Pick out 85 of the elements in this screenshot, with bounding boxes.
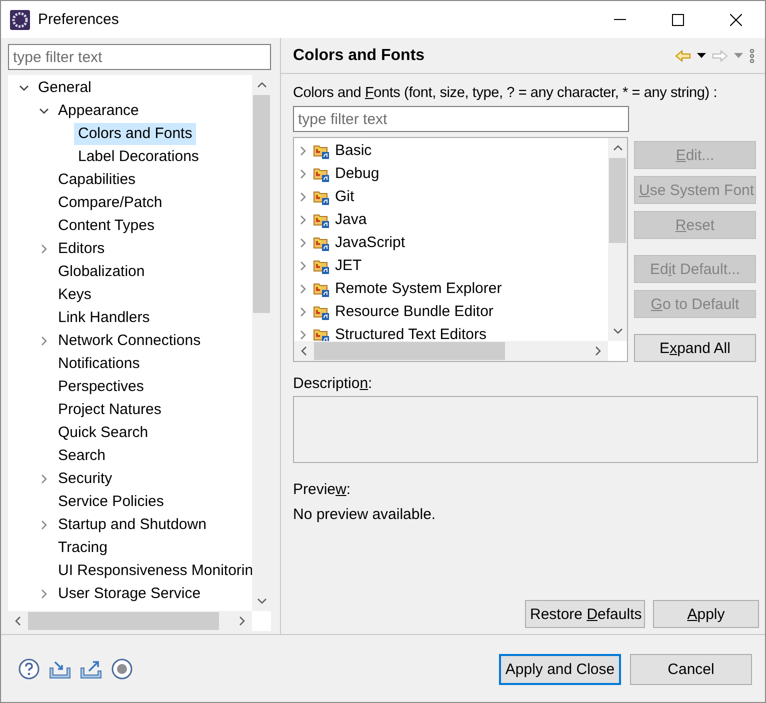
collapse-icon[interactable]	[19, 84, 29, 92]
export-icon[interactable]	[80, 659, 102, 679]
tree-item[interactable]: Resource Bundle Editor	[335, 303, 494, 320]
tree-item[interactable]: Security	[54, 468, 116, 490]
tree-item[interactable]: Structured Text Editors	[335, 326, 486, 341]
tree-item[interactable]: Label Decorations	[74, 146, 203, 168]
expand-icon[interactable]	[40, 474, 48, 484]
folder-icon	[313, 326, 329, 341]
minimize-icon[interactable]	[614, 18, 626, 20]
tree-item[interactable]: Link Handlers	[54, 306, 154, 328]
expand-icon[interactable]	[299, 306, 307, 316]
tree-item[interactable]: Globalization	[54, 260, 149, 282]
expand-icon[interactable]	[299, 214, 307, 224]
tree-item[interactable]: Project Natures	[54, 398, 166, 420]
expand-icon[interactable]	[299, 330, 307, 340]
tree-item[interactable]: User Storage Service	[54, 582, 205, 604]
folder-icon	[313, 166, 329, 182]
tree-item[interactable]: Basic	[335, 142, 372, 159]
tree-item[interactable]: Perspectives	[54, 376, 148, 398]
tree-item[interactable]: JavaScript	[335, 234, 406, 251]
folder-icon	[313, 280, 329, 296]
expand-icon[interactable]	[40, 588, 48, 598]
tree-item[interactable]: Debug	[335, 165, 380, 182]
menu-icon[interactable]	[749, 48, 755, 62]
filter-field[interactable]: type filter text	[293, 106, 629, 132]
tree-item[interactable]: Search	[54, 444, 110, 466]
maximize-icon[interactable]	[672, 14, 684, 26]
vertical-scrollbar[interactable]	[608, 138, 627, 341]
tree-item[interactable]: Compare/Patch	[54, 192, 166, 214]
tree-item[interactable]: Tracing	[54, 536, 112, 558]
expand-icon[interactable]	[299, 260, 307, 270]
window-title: Preferences	[38, 11, 119, 28]
tree-item[interactable]: Network Connections	[54, 330, 205, 352]
collapse-icon[interactable]	[39, 106, 49, 114]
tree-item[interactable]: Editors	[54, 238, 109, 260]
tree-item[interactable]: Colors and Fonts	[74, 122, 196, 144]
tree-item[interactable]: General	[34, 76, 96, 98]
close-icon[interactable]	[730, 14, 742, 26]
horizontal-scrollbar[interactable]	[294, 341, 608, 361]
page-title: Colors and Fonts	[293, 46, 426, 64]
tree-item[interactable]: Notifications	[54, 352, 144, 374]
apply-and-close-button[interactable]: Apply and Close	[499, 654, 621, 684]
expand-icon[interactable]	[299, 238, 307, 248]
folder-icon	[313, 234, 329, 250]
action-button[interactable]: Expand All	[634, 334, 756, 362]
folder-icon	[313, 304, 329, 320]
tree-item[interactable]: Keys	[54, 284, 96, 306]
tree-item[interactable]: Java	[335, 211, 367, 228]
folder-icon	[313, 142, 329, 158]
import-icon[interactable]	[49, 659, 71, 679]
forward-icon[interactable]	[712, 50, 728, 62]
preview-label: Preview:	[293, 481, 352, 498]
help-icon[interactable]	[18, 658, 40, 680]
filter-label: Colors and Fonts (font, size, type, ? = any character, * = any string) :	[293, 85, 718, 101]
folder-icon	[313, 212, 329, 228]
app-icon	[10, 10, 30, 30]
expand-icon[interactable]	[40, 520, 48, 530]
dropdown-icon[interactable]	[697, 53, 706, 58]
tree-item[interactable]: UI Responsiveness Monitorin	[54, 560, 252, 582]
apply-button[interactable]: Apply	[653, 600, 759, 628]
folder-icon	[313, 258, 329, 274]
back-icon[interactable]	[675, 50, 691, 62]
cancel-button[interactable]: Cancel	[630, 654, 752, 684]
tree-item[interactable]: Remote System Explorer	[335, 280, 502, 297]
expand-icon[interactable]	[299, 146, 307, 156]
tree-item[interactable]: Appearance	[54, 100, 143, 122]
expand-icon[interactable]	[40, 244, 48, 254]
tree-item[interactable]: Capabilities	[54, 168, 140, 190]
tree-item[interactable]: Service Policies	[54, 490, 168, 512]
expand-icon[interactable]	[299, 168, 307, 178]
preview-text: No preview available.	[293, 506, 437, 523]
restore-defaults-button[interactable]: Restore Defaults	[525, 600, 645, 628]
tree-item[interactable]: JET	[335, 257, 362, 274]
description-label: Description:	[293, 375, 374, 392]
expand-icon[interactable]	[299, 284, 307, 294]
tree-item[interactable]: Quick Search	[54, 422, 152, 444]
folder-icon	[313, 188, 329, 204]
tree-item[interactable]: Git	[335, 188, 354, 205]
filter-field[interactable]: type filter text	[8, 44, 271, 70]
horizontal-scrollbar[interactable]	[8, 611, 252, 631]
expand-icon[interactable]	[299, 192, 307, 202]
tree-item[interactable]: Content Types	[54, 214, 158, 236]
expand-icon[interactable]	[40, 336, 48, 346]
tree-item[interactable]: Startup and Shutdown	[54, 514, 210, 536]
record-icon[interactable]	[111, 658, 133, 680]
